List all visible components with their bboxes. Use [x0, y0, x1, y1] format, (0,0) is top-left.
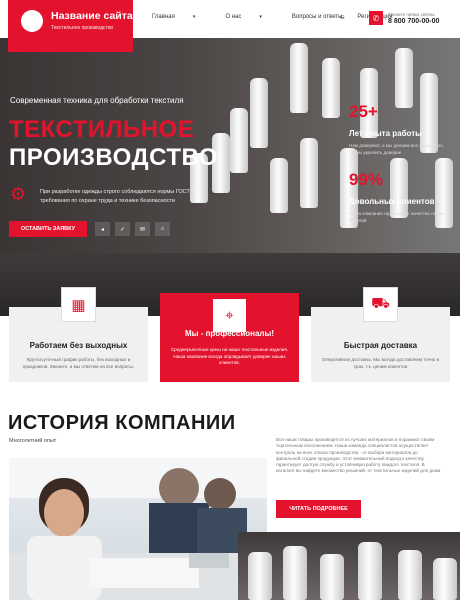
spool-decoration: [420, 73, 438, 153]
worker-icon: ⚙: [10, 184, 27, 204]
site-tagline: Текстильное производство: [51, 25, 114, 31]
feature-card: ⛟ Быстрая доставка Оперативная доставка.…: [311, 288, 450, 382]
hero-title-line2: ПРОИЗВОДСТВО: [9, 144, 218, 171]
nav-item-faq[interactable]: Вопросы и ответы: [292, 14, 343, 20]
factory-worker-photo: [9, 458, 267, 600]
stat-label: Лет опыта работы: [349, 129, 422, 138]
chevron-down-icon: ▾: [259, 14, 262, 20]
feature-text: Оперативная доставка. Мы всегда доставля…: [321, 357, 440, 369]
nav-item-home[interactable]: Главная ▾: [152, 14, 210, 20]
feature-card: ▦ Работаем без выходных Круглосуточный г…: [9, 288, 148, 382]
hero-subtitle: Современная техника для обработки тексти…: [10, 96, 184, 105]
hero-title-line1: ТЕКСТИЛЬНОЕ: [9, 116, 195, 143]
spool-decoration: [395, 48, 413, 108]
hero-banner: Современная техника для обработки тексти…: [0, 38, 460, 316]
spool-decoration: [290, 43, 308, 113]
location-icon: ⌖: [213, 299, 246, 332]
chevron-down-icon: ▾: [192, 14, 196, 20]
calendar-icon: ▦: [62, 288, 95, 321]
spool-decoration: [250, 78, 268, 148]
hero-text: При разработке одежды строго соблюдаются…: [40, 189, 195, 204]
spool-decoration: [230, 108, 248, 173]
site-name: Название сайта: [51, 10, 133, 22]
spool-decoration: [300, 138, 318, 208]
stat-number: 99%: [349, 170, 384, 189]
delivery-icon: ⛟: [364, 288, 397, 321]
feature-text: Среднерыночные цены на наши текстильные …: [170, 347, 289, 365]
feature-card: ⌖ Мы - профессионалы! Среднерыночные цен…: [160, 293, 299, 382]
social-icon[interactable]: ◂: [95, 222, 110, 236]
logo-mark-icon: [21, 10, 43, 32]
site-logo[interactable]: Название сайта Текстильное производство: [8, 0, 133, 52]
history-text: Все наши товары производятся из лучших м…: [276, 437, 441, 474]
site-header: Название сайта Текстильное производство …: [0, 0, 460, 52]
spool-decoration: [390, 158, 408, 218]
phone-label: Звоните прямо сейчас: [388, 12, 435, 17]
spool-decoration: [270, 158, 288, 213]
stat-text: Наша компания гарантирует качество наших…: [349, 211, 445, 223]
feature-title: Быстрая доставка: [343, 341, 418, 350]
feature-title: Мы - профессионалы!: [184, 329, 274, 338]
nav-item-about[interactable]: О нас ▾: [225, 14, 277, 20]
stat-text: Нам доверяют, и мы делаем все возможное,…: [349, 143, 445, 155]
spools-photo: [238, 532, 460, 600]
request-button[interactable]: ОСТАВИТЬ ЗАЯВКУ: [9, 221, 87, 237]
social-icon[interactable]: ✉: [135, 222, 150, 236]
phone-number[interactable]: 8 800 700-00-00: [388, 18, 439, 25]
social-icon[interactable]: ✓: [115, 222, 130, 236]
feature-text: Круглосуточный график работы, без выходн…: [22, 357, 135, 369]
history-subtitle: Многолетний опыт: [9, 438, 57, 444]
read-more-button[interactable]: ЧИТАТЬ ПОДРОБНЕЕ: [276, 500, 361, 518]
menu-icon[interactable]: ≡: [340, 13, 345, 22]
history-title: ИСТОРИЯ КОМПАНИИ: [8, 412, 236, 434]
social-icon[interactable]: ⌂: [155, 222, 170, 236]
stat-number: 25+: [349, 102, 378, 121]
stat-label: Довольных клиентов: [349, 197, 435, 206]
spool-decoration: [322, 58, 340, 118]
phone-icon: ✆: [369, 11, 383, 25]
feature-title: Работаем без выходных: [29, 341, 128, 350]
